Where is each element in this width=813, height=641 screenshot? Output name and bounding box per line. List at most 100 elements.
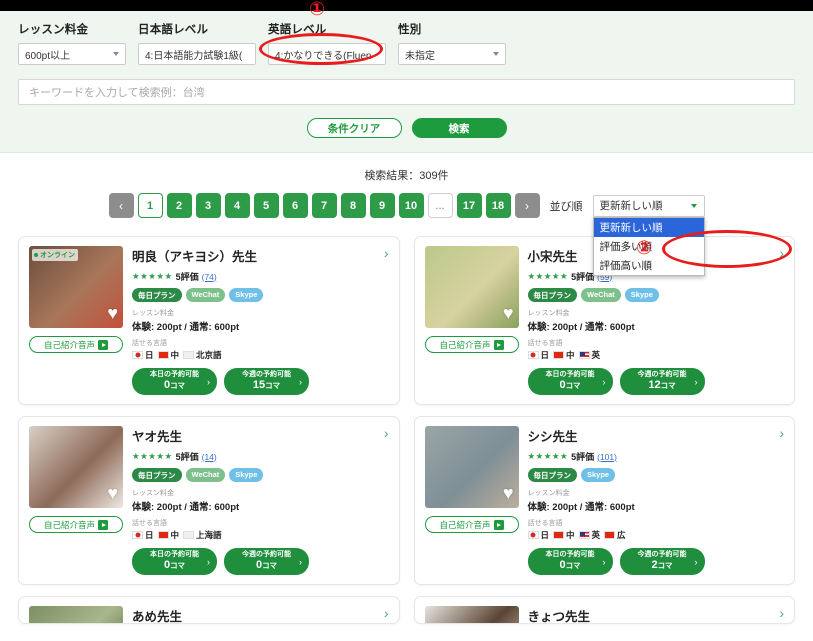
pagination-next-button[interactable]: › [514, 193, 540, 218]
sort-order-select[interactable]: 更新新しい順 [592, 194, 705, 217]
today-availability-value: 0コマ [163, 558, 186, 571]
week-availability[interactable]: 今週の予約可能 0コマ › [224, 548, 309, 575]
japanese-level-select[interactable]: 4:日本語能力試験1級( [138, 43, 256, 65]
sort-option-highest-rating[interactable]: 評価高い順 [594, 256, 704, 275]
lesson-fee-value: 体験: 200pt / 通常: 600pt [132, 502, 240, 513]
sort-option-newest[interactable]: 更新新しい順 [593, 217, 704, 237]
card-detail-chevron-icon[interactable]: › [779, 246, 784, 260]
pagination-page-2[interactable]: 2 [166, 193, 192, 218]
review-count-link[interactable]: (101) [597, 452, 617, 462]
pagination-page-8[interactable]: 8 [340, 193, 366, 218]
gender-value: 未指定 [405, 50, 435, 62]
pagination-page-17[interactable]: 17 [456, 193, 482, 218]
teacher-photo[interactable] [424, 606, 519, 623]
card-detail-chevron-icon[interactable]: › [779, 606, 784, 620]
week-availability-label: 今週の予約可能 [637, 371, 687, 379]
today-availability[interactable]: 本日の予約可能 0コマ › [132, 548, 217, 575]
pagination-page-4[interactable]: 4 [224, 193, 250, 218]
languages-row: 日中英広 [527, 529, 785, 541]
tag-plan: 毎日プラン [132, 468, 182, 482]
teacher-photo[interactable]: ♥ [424, 246, 519, 328]
today-availability[interactable]: 本日の予約可能 0コマ › [527, 368, 613, 395]
sort-option-most-reviews[interactable]: 評価多い順 [594, 237, 704, 256]
card-detail-chevron-icon[interactable]: › [384, 606, 389, 620]
filter-label-lesson-fee: レッスン料金 [18, 24, 89, 36]
top-black-bar [0, 0, 813, 11]
favorite-heart-icon[interactable]: ♥ [107, 484, 118, 502]
pagination-page-10[interactable]: 10 [398, 193, 424, 218]
today-availability-label: 本日の予約可能 [545, 371, 595, 379]
pagination-page-3[interactable]: 3 [195, 193, 221, 218]
teacher-card[interactable]: ♥ 自己紹介音声 › シシ先生 ★★★★★ 5評価 (101) 毎日プラン Skype レッスン料… [413, 416, 795, 585]
languages-label: 話せる言語 [527, 340, 563, 347]
teacher-name[interactable]: ヤオ先生 [132, 426, 389, 445]
availability-slots: 本日の予約可能 0コマ › 今週の予約可能 12コマ › [527, 368, 785, 395]
favorite-heart-icon[interactable]: ♥ [107, 304, 118, 322]
teacher-card-media [29, 606, 123, 623]
teacher-name[interactable]: きょつ先生 [528, 606, 785, 623]
self-intro-audio-button[interactable]: 自己紹介音声 [424, 516, 519, 533]
self-intro-audio-button[interactable]: 自己紹介音声 [29, 336, 123, 353]
teacher-photo[interactable]: ♥ [29, 426, 123, 508]
today-availability-value: 0コマ [559, 378, 581, 391]
teacher-card[interactable]: ♥ 自己紹介音声 › ヤオ先生 ★★★★★ 5評価 (14) 毎日プラン WeChat Skype… [18, 416, 400, 585]
review-count-link[interactable]: (14) [202, 452, 217, 462]
pagination-prev-button[interactable]: ‹ [108, 193, 134, 218]
today-availability[interactable]: 本日の予約可能 0コマ › [527, 548, 613, 575]
sort-order-control: 更新新しい順 更新新しい順 評価多い順 評価高い順 [592, 194, 705, 276]
card-detail-chevron-icon[interactable]: › [384, 426, 389, 440]
teacher-name[interactable]: シシ先生 [528, 426, 785, 445]
favorite-heart-icon[interactable]: ♥ [503, 304, 514, 322]
search-button[interactable]: 検索 [411, 118, 507, 138]
week-availability[interactable]: 今週の予約可能 15コマ › [224, 368, 309, 395]
favorite-heart-icon[interactable]: ♥ [503, 484, 514, 502]
teacher-name[interactable]: 明良（アキヨシ）先生 [132, 246, 389, 265]
teacher-card-info: › きょつ先生 [528, 606, 785, 623]
week-availability[interactable]: 今週の予約可能 12コマ › [619, 368, 705, 395]
teacher-name[interactable]: あめ先生 [132, 606, 389, 623]
teacher-photo[interactable]: オンライン ♥ [29, 246, 123, 328]
pagination-page-9[interactable]: 9 [369, 193, 395, 218]
lesson-fee-select[interactable]: 600pt以上 [18, 43, 126, 65]
self-intro-audio-button[interactable]: 自己紹介音声 [424, 336, 519, 353]
language-name: 中 [566, 530, 575, 540]
pagination-page-18[interactable]: 18 [485, 193, 511, 218]
teacher-photo[interactable] [29, 606, 123, 623]
availability-slots: 本日の予約可能 0コマ › 今週の予約可能 15コマ › [132, 368, 389, 395]
filter-group-japanese-level: 日本語レベル 4:日本語能力試験1級( [138, 21, 256, 65]
review-count-link[interactable]: (74) [202, 272, 217, 282]
teacher-card[interactable]: オンライン ♥ 自己紹介音声 › 明良（アキヨシ）先生 ★★★★★ 5評価 (74) 毎日プラン… [18, 236, 400, 405]
teacher-card[interactable]: › あめ先生 [18, 596, 400, 624]
week-availability-value: 12コマ [648, 378, 676, 391]
teacher-card-media: ♥ 自己紹介音声 [424, 426, 519, 575]
teacher-card-info: › 明良（アキヨシ）先生 ★★★★★ 5評価 (74) 毎日プラン WeChat Skype レ… [132, 246, 389, 395]
sort-order-label: 並び順 [549, 200, 583, 213]
week-availability-label: 今週の予約可能 [637, 551, 687, 559]
teacher-tags: 毎日プラン WeChat Skype [132, 288, 389, 302]
pagination-page-1[interactable]: 1 [137, 193, 163, 218]
gender-select[interactable]: 未指定 [398, 43, 506, 65]
flag-cn-icon [553, 531, 565, 539]
japanese-level-value: 4:日本語能力試験1級( [145, 50, 243, 62]
today-availability[interactable]: 本日の予約可能 0コマ › [132, 368, 217, 395]
english-level-select[interactable]: 4:かなりできる(Fluen [268, 43, 386, 65]
teacher-photo[interactable]: ♥ [424, 426, 519, 508]
self-intro-audio-label: 自己紹介音声 [439, 519, 491, 530]
languages-label: 話せる言語 [527, 520, 563, 527]
flag-us-icon [578, 531, 590, 539]
clear-conditions-button[interactable]: 条件クリア [306, 118, 402, 138]
teacher-card[interactable]: › きょつ先生 [413, 596, 795, 624]
keyword-search-input[interactable]: キーワードを入力して検索例：台湾 [18, 79, 795, 105]
pagination-page-6[interactable]: 6 [282, 193, 308, 218]
week-availability[interactable]: 今週の予約可能 2コマ › [619, 548, 705, 575]
pagination-page-5[interactable]: 5 [253, 193, 279, 218]
results-area: 検索結果：309件 ‹ 1 2 3 4 5 6 7 8 9 10 ... 17 … [0, 153, 813, 624]
pagination-page-7[interactable]: 7 [311, 193, 337, 218]
card-detail-chevron-icon[interactable]: › [779, 426, 784, 440]
play-icon [493, 339, 504, 350]
star-rating-icon: ★★★★★ [132, 451, 173, 461]
self-intro-audio-button[interactable]: 自己紹介音声 [29, 516, 123, 533]
flag-cn-icon [553, 351, 565, 359]
filter-button-row: 条件クリア 検索 [18, 118, 795, 138]
card-detail-chevron-icon[interactable]: › [384, 246, 389, 260]
